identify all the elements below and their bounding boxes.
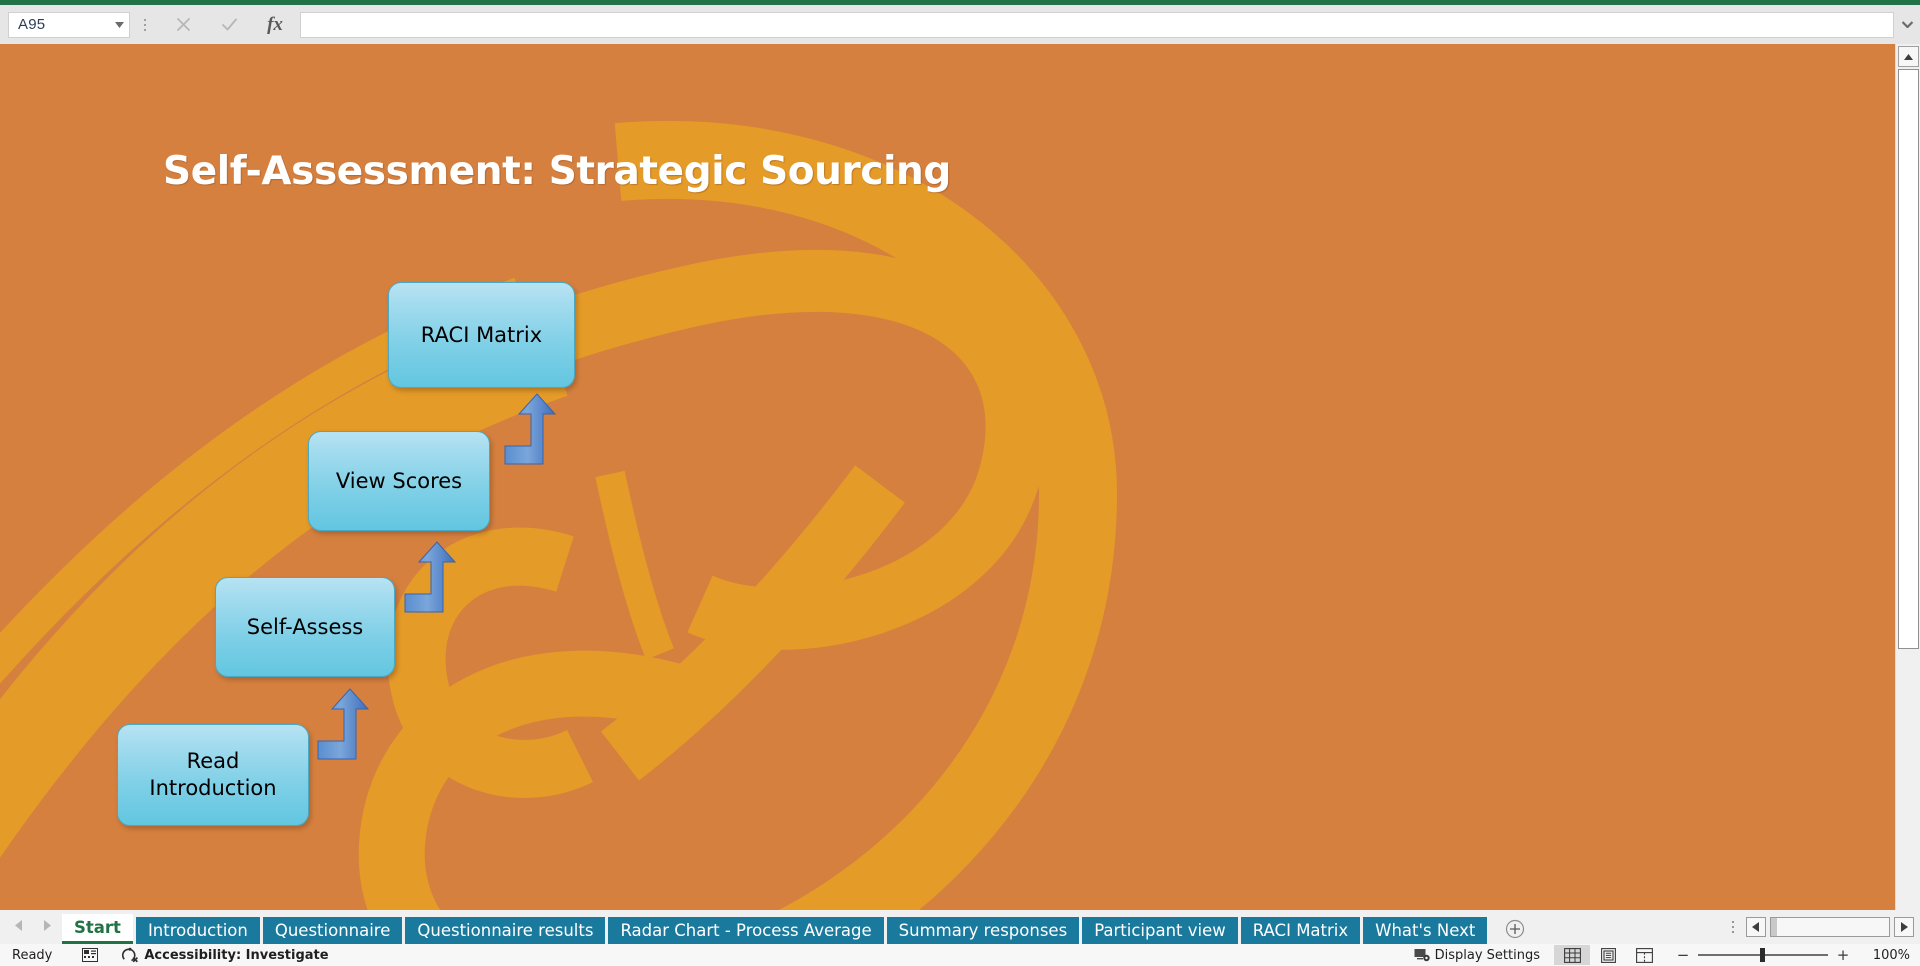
- vertical-scrollbar-thumb[interactable]: [1898, 69, 1919, 649]
- sheet-nav-buttons: [0, 908, 62, 944]
- shape-view-scores[interactable]: View Scores: [308, 431, 490, 531]
- scroll-left-icon[interactable]: [1746, 917, 1766, 937]
- scroll-right-icon[interactable]: [1894, 917, 1914, 937]
- shape-label-self-assess: Self-Assess: [246, 614, 364, 639]
- display-settings-label: Display Settings: [1434, 947, 1540, 963]
- horizontal-scrollbar-thumb[interactable]: [1771, 918, 1777, 936]
- sheet-tab-label: RACI Matrix: [1252, 921, 1349, 940]
- chevron-down-icon[interactable]: [109, 13, 129, 37]
- expand-formula-bar-icon[interactable]: [1894, 11, 1920, 38]
- vertical-scrollbar[interactable]: [1895, 44, 1920, 910]
- accessibility-status[interactable]: Accessibility: Investigate: [122, 947, 329, 963]
- sheet-tab-label: Summary responses: [898, 921, 1068, 940]
- horizontal-scrollbar[interactable]: [1746, 916, 1914, 938]
- formula-input[interactable]: [300, 11, 1894, 38]
- horizontal-scroll-area: [1732, 910, 1920, 944]
- zoom-out-button[interactable]: −: [1676, 946, 1690, 964]
- status-ready-label: Ready: [12, 947, 53, 963]
- sheet-tab-summary-responses[interactable]: Summary responses: [886, 917, 1080, 944]
- shape-self-assess[interactable]: Self-Assess: [215, 577, 395, 677]
- status-bar: Ready Accessibility: Investigate Display…: [0, 944, 1920, 966]
- shape-label-read-introduction-line2: Introduction: [149, 776, 277, 800]
- page-layout-view-icon[interactable]: [1590, 945, 1626, 965]
- record-macro-icon[interactable]: [82, 948, 99, 962]
- shape-label-raci-matrix: RACI Matrix: [420, 322, 543, 347]
- insert-function-icon[interactable]: fx: [252, 12, 298, 38]
- status-bar-right: Display Settings − + 100%: [1414, 945, 1920, 965]
- sheet-tab-label: Participant view: [1094, 921, 1226, 940]
- sheet-tab-questionnaire[interactable]: Questionnaire: [262, 917, 403, 944]
- shape-label-view-scores: View Scores: [335, 468, 463, 493]
- bent-arrow-up-icon-3: [504, 393, 557, 466]
- sheet-tab-participant-view[interactable]: Participant view: [1082, 917, 1238, 944]
- normal-view-icon[interactable]: [1554, 945, 1590, 965]
- sheet-tab-radar-chart-process-average[interactable]: Radar Chart - Process Average: [608, 917, 884, 944]
- shape-read-introduction[interactable]: Read Introduction: [117, 724, 309, 826]
- previous-sheet-icon[interactable]: [12, 917, 26, 933]
- cancel-icon[interactable]: [160, 12, 206, 38]
- horizontal-scrollbar-track[interactable]: [1770, 917, 1890, 937]
- accessibility-icon: [122, 947, 139, 963]
- formula-action-buttons: fx: [160, 11, 298, 38]
- excel-window: A95 fx Self-Assessment: Strategic Sourci…: [0, 0, 1920, 966]
- name-box-value: A95: [18, 16, 46, 33]
- enter-icon[interactable]: [206, 12, 252, 38]
- display-settings-icon: [1414, 948, 1431, 962]
- zoom-control[interactable]: − + 100%: [1676, 946, 1910, 964]
- shape-label-read-introduction-line1: Read: [186, 749, 240, 774]
- bent-arrow-up-icon-2: [404, 541, 457, 614]
- tab-split-grip[interactable]: [1732, 921, 1734, 933]
- sheet-tabs: Start Introduction Questionnaire Questio…: [62, 912, 1490, 944]
- shape-raci-matrix[interactable]: RACI Matrix: [388, 282, 575, 388]
- scroll-up-icon[interactable]: [1898, 46, 1919, 67]
- formula-bar-row: A95 fx: [0, 5, 1920, 44]
- sheet-tab-questionnaire-results[interactable]: Questionnaire results: [405, 917, 606, 944]
- sheet-tab-whats-next[interactable]: What's Next: [1363, 917, 1488, 944]
- bent-arrow-up-icon-1: [317, 688, 370, 761]
- add-sheet-icon[interactable]: [1498, 914, 1532, 944]
- sheet-tab-label: Questionnaire results: [417, 921, 594, 940]
- accessibility-label: Accessibility: Investigate: [144, 947, 329, 963]
- sheet-tab-introduction[interactable]: Introduction: [135, 917, 260, 944]
- sheet-tab-label: What's Next: [1375, 921, 1476, 940]
- sheet-tab-label: Questionnaire: [274, 921, 391, 940]
- name-box[interactable]: A95: [8, 11, 130, 38]
- fx-label: fx: [267, 13, 283, 35]
- sheet-tab-label: Start: [74, 918, 121, 937]
- sheet-tab-bar: Start Introduction Questionnaire Questio…: [0, 910, 1920, 944]
- next-sheet-icon[interactable]: [40, 917, 54, 933]
- worksheet-canvas[interactable]: Self-Assessment: Strategic Sourcing RACI…: [0, 44, 1895, 910]
- zoom-level-label[interactable]: 100%: [1864, 948, 1910, 963]
- display-settings-button[interactable]: Display Settings: [1414, 948, 1540, 963]
- zoom-slider-thumb[interactable]: [1760, 948, 1765, 962]
- sheet-tab-raci-matrix[interactable]: RACI Matrix: [1240, 917, 1361, 944]
- sheet-tab-label: Radar Chart - Process Average: [620, 921, 872, 940]
- zoom-in-button[interactable]: +: [1836, 946, 1850, 964]
- name-box-resize-grip[interactable]: [134, 12, 156, 38]
- sheet-tab-label: Introduction: [147, 921, 248, 940]
- zoom-slider[interactable]: [1698, 948, 1828, 962]
- page-title: Self-Assessment: Strategic Sourcing: [163, 149, 951, 194]
- sheet-tab-start[interactable]: Start: [62, 914, 133, 944]
- page-break-preview-icon[interactable]: [1626, 945, 1662, 965]
